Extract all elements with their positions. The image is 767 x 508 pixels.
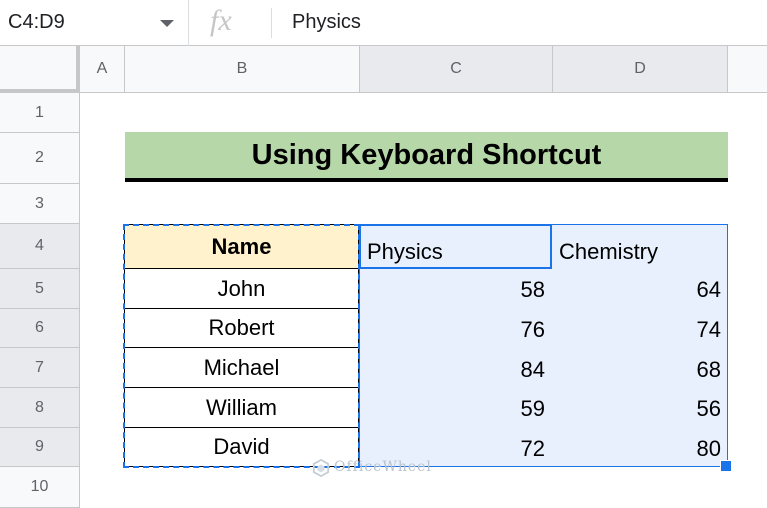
name-box[interactable]: C4:D9 xyxy=(0,0,189,46)
column-header-b[interactable]: B xyxy=(125,46,360,93)
cell-physics[interactable]: 58 xyxy=(440,277,545,303)
row-header-3[interactable]: 3 xyxy=(0,184,80,224)
row-header-1[interactable]: 1 xyxy=(0,93,80,133)
cell-physics[interactable]: 72 xyxy=(440,436,545,462)
cell-physics[interactable]: 84 xyxy=(440,357,545,383)
cell-chemistry[interactable]: 56 xyxy=(615,396,721,422)
column-header-a[interactable]: A xyxy=(80,46,125,93)
copy-marquee xyxy=(123,224,360,468)
sheet-title-cell[interactable]: Using Keyboard Shortcut xyxy=(125,132,728,182)
watermark-logo-icon xyxy=(312,459,330,477)
cell-chemistry[interactable]: 74 xyxy=(615,317,721,343)
cell-physics[interactable]: 76 xyxy=(440,317,545,343)
watermark-text: OfficeWheel xyxy=(334,459,432,475)
cell-chemistry[interactable]: 68 xyxy=(615,357,721,383)
cell-chemistry[interactable]: 64 xyxy=(615,277,721,303)
fx-icon: fx xyxy=(210,4,232,37)
chevron-down-icon[interactable] xyxy=(160,20,174,27)
formula-bar: C4:D9 fx Physics xyxy=(0,0,767,46)
row-header-6[interactable]: 6 xyxy=(0,309,80,348)
row-header-5[interactable]: 5 xyxy=(0,269,80,309)
fill-handle[interactable] xyxy=(720,460,732,472)
row-header-10[interactable]: 10 xyxy=(0,467,80,508)
row-header-8[interactable]: 8 xyxy=(0,388,80,428)
row-header-7[interactable]: 7 xyxy=(0,348,80,388)
column-header-e[interactable] xyxy=(728,46,767,93)
cell-physics[interactable]: 59 xyxy=(440,396,545,422)
formula-input[interactable]: Physics xyxy=(292,11,361,34)
header-cell-chemistry[interactable]: Chemistry xyxy=(559,239,658,265)
row-header-4[interactable]: 4 xyxy=(0,224,80,269)
name-box-value[interactable]: C4:D9 xyxy=(8,11,65,34)
header-cell-physics[interactable]: Physics xyxy=(367,239,443,265)
formula-separator xyxy=(271,8,272,38)
column-header-c[interactable]: C xyxy=(360,46,553,93)
select-all-corner[interactable] xyxy=(0,46,80,93)
column-header-d[interactable]: D xyxy=(553,46,728,93)
row-header-9[interactable]: 9 xyxy=(0,428,80,467)
row-header-2[interactable]: 2 xyxy=(0,133,80,184)
cell-chemistry[interactable]: 80 xyxy=(615,436,721,462)
